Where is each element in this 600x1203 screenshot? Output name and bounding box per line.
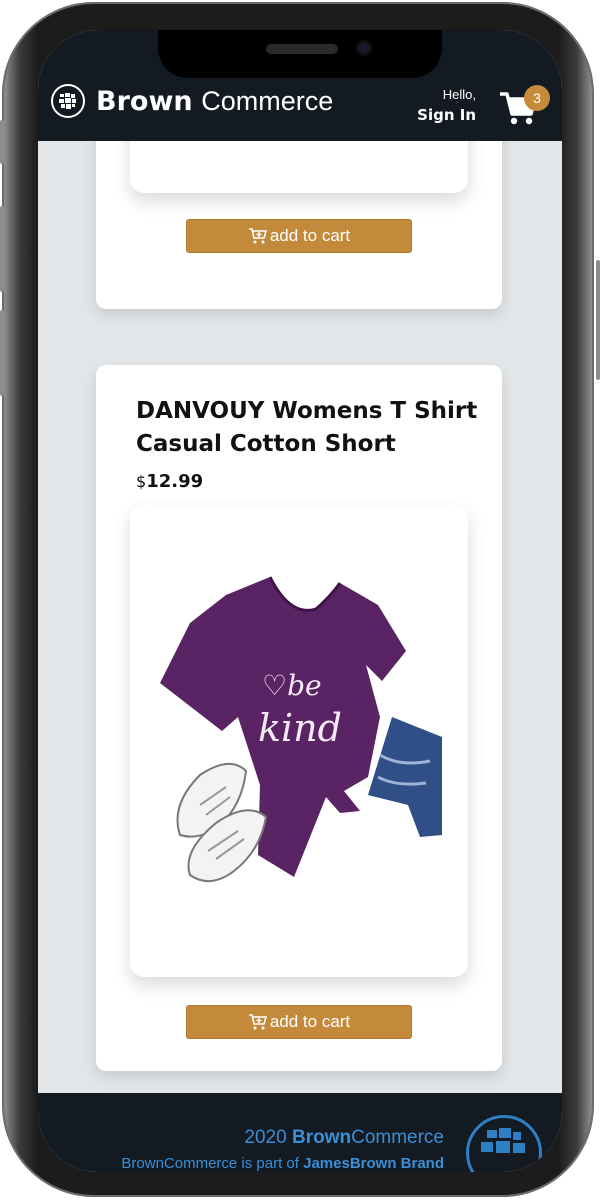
brand-light: Commerce xyxy=(201,86,334,116)
add-to-cart-button[interactable]: add to cart xyxy=(186,219,412,253)
red-product-image[interactable] xyxy=(130,141,468,193)
footer-tagline-brand[interactable]: JamesBrown Brand xyxy=(303,1155,444,1172)
globe-logo-icon[interactable] xyxy=(51,84,85,118)
page-footer: 2020 BrownCommerce BrownCommerce is part… xyxy=(38,1093,562,1172)
brand-logo-text[interactable]: Brown Commerce xyxy=(96,86,333,117)
svg-text:kind: kind xyxy=(258,706,342,750)
footer-brand-bold: Brown xyxy=(291,1127,352,1148)
phone-side-button xyxy=(0,206,4,292)
add-to-cart-button[interactable]: add to cart xyxy=(186,1005,412,1039)
sign-in-link[interactable]: Sign In xyxy=(417,106,476,124)
footer-brand-light: Commerce xyxy=(351,1127,444,1148)
price-currency: $ xyxy=(136,472,147,491)
purple-be-kind-tshirt-image[interactable]: ♡be kind xyxy=(130,505,468,977)
product-price: $12.99 xyxy=(136,471,203,492)
product-list: add to cart DANVOUY Womens T Shirt Casua… xyxy=(38,141,562,1093)
greeting-text: Hello, xyxy=(442,87,476,102)
brand-bold: Brown xyxy=(96,86,193,117)
add-to-cart-label: add to cart xyxy=(269,1012,351,1031)
front-camera xyxy=(356,40,372,56)
footer-tagline: BrownCommerce is part of JamesBrown Bran… xyxy=(121,1155,444,1172)
phone-side-button xyxy=(0,120,4,164)
phone-side-button xyxy=(0,310,4,396)
cart-plus-icon xyxy=(248,1014,267,1030)
cart-count-badge: 3 xyxy=(524,85,550,111)
footer-year: 2020 xyxy=(244,1127,287,1148)
product-title[interactable]: DANVOUY Womens T Shirt Casual Cotton Sho… xyxy=(136,395,486,461)
footer-logo-icon xyxy=(466,1115,542,1172)
product-card: add to cart xyxy=(96,141,502,309)
add-to-cart-label: add to cart xyxy=(269,226,351,245)
footer-tagline-prefix: BrownCommerce is part of xyxy=(121,1155,304,1172)
svg-text:♡be: ♡be xyxy=(262,669,322,702)
price-amount: 12.99 xyxy=(146,471,204,492)
phone-side-button xyxy=(596,260,600,380)
phone-screen: Brown Commerce Hello, Sign In 3 add to c… xyxy=(38,30,562,1172)
cart-plus-icon xyxy=(248,228,267,244)
phone-notch xyxy=(158,30,442,78)
footer-copyright: 2020 BrownCommerce xyxy=(244,1127,444,1149)
speaker-grille xyxy=(266,44,338,54)
product-card: DANVOUY Womens T Shirt Casual Cotton Sho… xyxy=(96,365,502,1071)
